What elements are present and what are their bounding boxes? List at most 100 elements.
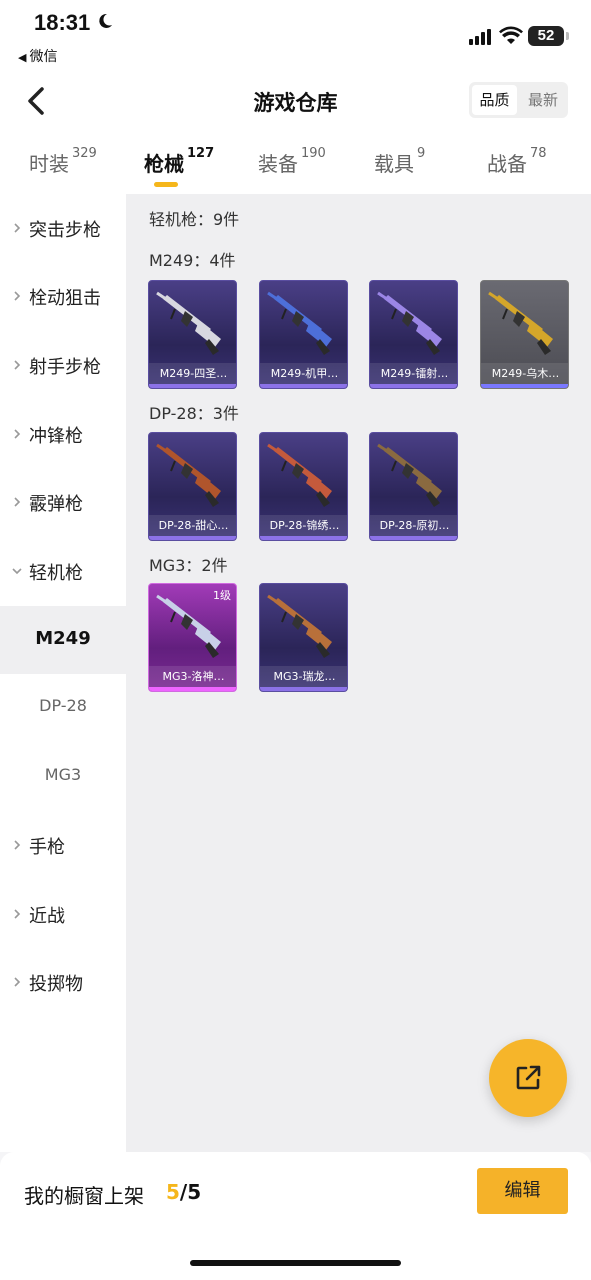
chevron-right-icon bbox=[14, 360, 21, 370]
tab-label: 枪械 bbox=[144, 152, 184, 176]
rarity-bar bbox=[260, 536, 347, 540]
tab-count: 78 bbox=[530, 146, 547, 161]
sidebar-item-pistol[interactable]: 手枪 bbox=[0, 811, 126, 879]
weapon-illustration bbox=[267, 594, 332, 658]
wifi-icon bbox=[499, 26, 523, 44]
weapon-type-sidebar: 突击步枪 栓动狙击 射手步枪 冲锋枪 霰弹枪 轻机枪 M249 DP-28 MG… bbox=[0, 194, 126, 1152]
category-tabs: 时装 329 枪械 127 装备 190 载具 9 战备 78 bbox=[0, 126, 591, 194]
chevron-right-icon bbox=[14, 429, 21, 439]
sidebar-item-label: 轻机枪 bbox=[29, 563, 83, 584]
rarity-bar bbox=[149, 536, 236, 540]
rarity-bar bbox=[260, 687, 347, 691]
weapon-skin-card[interactable]: 1级 MG3-洛神… bbox=[148, 583, 237, 692]
rarity-bar bbox=[260, 384, 347, 388]
active-tab-indicator bbox=[154, 182, 178, 187]
weapon-skin-name: M249-四圣… bbox=[149, 363, 236, 384]
share-external-icon bbox=[516, 1065, 541, 1090]
weapon-skin-card[interactable]: DP-28-原初… bbox=[369, 432, 458, 541]
weapon-skin-name: MG3-洛神… bbox=[149, 666, 236, 687]
weapon-skin-name: M249-镭射… bbox=[370, 363, 457, 384]
sidebar-subitem-m249[interactable]: M249 bbox=[0, 606, 126, 674]
category-count-header: 轻机枪：9件 bbox=[149, 210, 240, 229]
weapon-skin-name: DP-28-原初… bbox=[370, 515, 457, 536]
rarity-bar bbox=[149, 687, 236, 691]
weapon-illustration bbox=[488, 291, 553, 355]
weapon-illustration bbox=[267, 291, 332, 355]
sidebar-item-smg[interactable]: 冲锋枪 bbox=[0, 400, 126, 468]
weapon-skin-card[interactable]: M249-机甲… bbox=[259, 280, 348, 389]
tab-count: 9 bbox=[417, 146, 426, 161]
sidebar-subitem-dp28[interactable]: DP-28 bbox=[0, 674, 126, 742]
sidebar-item-label: 霰弹枪 bbox=[29, 494, 83, 515]
edit-button[interactable]: 编辑 bbox=[477, 1168, 568, 1214]
chevron-right-icon bbox=[14, 840, 21, 850]
tab-fashion[interactable]: 时装 329 bbox=[29, 146, 97, 177]
weapon-illustration bbox=[156, 291, 221, 355]
sidebar-item-label: M249 bbox=[35, 628, 91, 649]
rarity-bar bbox=[149, 384, 236, 388]
chevron-right-icon bbox=[14, 223, 21, 233]
tab-firearms[interactable]: 枪械 127 bbox=[144, 146, 215, 177]
tab-count: 127 bbox=[187, 146, 215, 161]
sidebar-item-assault-rifle[interactable]: 突击步枪 bbox=[0, 194, 126, 262]
showcase-label: 我的橱窗上架 bbox=[24, 1184, 144, 1208]
tab-count: 329 bbox=[72, 146, 97, 161]
tab-label: 时装 bbox=[29, 152, 69, 176]
sidebar-item-shotgun[interactable]: 霰弹枪 bbox=[0, 468, 126, 536]
sort-newest-button[interactable]: 最新 bbox=[521, 85, 565, 115]
page-header: 游戏仓库 品质 最新 bbox=[0, 74, 591, 126]
cellular-signal-icon bbox=[469, 29, 491, 45]
weapon-skin-card[interactable]: MG3-瑞龙… bbox=[259, 583, 348, 692]
rarity-bar bbox=[370, 384, 457, 388]
sidebar-item-label: 冲锋枪 bbox=[29, 426, 83, 447]
sidebar-item-label: 投掷物 bbox=[29, 974, 83, 995]
home-indicator bbox=[190, 1260, 401, 1266]
group-title: M249：4件 bbox=[149, 251, 236, 270]
group-title: MG3：2件 bbox=[149, 556, 228, 575]
weapon-skin-name: M249-乌木… bbox=[481, 363, 568, 384]
sidebar-item-marksman-rifle[interactable]: 射手步枪 bbox=[0, 331, 126, 399]
showcase-bottom-bar: 我的橱窗上架 5/5 编辑 bbox=[0, 1152, 591, 1280]
level-badge: 1级 bbox=[213, 589, 231, 602]
sidebar-item-label: MG3 bbox=[44, 765, 82, 784]
weapon-skin-card[interactable]: M249-四圣… bbox=[148, 280, 237, 389]
weapon-illustration bbox=[377, 291, 442, 355]
tab-label: 战备 bbox=[487, 152, 527, 176]
weapon-content-panel: 轻机枪：9件 M249：4件 M249-四圣… M249-机甲… M249-镭射… bbox=[126, 194, 591, 1152]
tab-label: 装备 bbox=[258, 152, 298, 176]
showcase-count: 5/5 bbox=[166, 1180, 201, 1204]
group-title: DP-28：3件 bbox=[149, 404, 239, 423]
sidebar-item-bolt-sniper[interactable]: 栓动狙击 bbox=[0, 262, 126, 330]
weapon-skin-card[interactable]: M249-镭射… bbox=[369, 280, 458, 389]
weapon-skin-card[interactable]: DP-28-甜心… bbox=[148, 432, 237, 541]
rarity-bar bbox=[481, 384, 568, 388]
showcase-total-count: /5 bbox=[179, 1180, 202, 1204]
back-triangle-icon: ◀ bbox=[18, 51, 27, 64]
tab-equipment[interactable]: 装备 190 bbox=[258, 146, 326, 177]
status-time: 18:31 bbox=[34, 10, 91, 35]
chevron-right-icon bbox=[14, 497, 21, 507]
sidebar-item-label: 栓动狙击 bbox=[29, 288, 101, 309]
back-app-label: 微信 bbox=[29, 49, 58, 65]
chevron-down-icon bbox=[12, 568, 22, 575]
showcase-current-count: 5 bbox=[166, 1180, 180, 1204]
weapon-skin-card[interactable]: M249-乌木… bbox=[480, 280, 569, 389]
sidebar-subitem-mg3[interactable]: MG3 bbox=[0, 743, 126, 811]
weapon-skin-card[interactable]: DP-28-锦绣… bbox=[259, 432, 348, 541]
tab-supplies[interactable]: 战备 78 bbox=[487, 146, 547, 177]
chevron-right-icon bbox=[14, 291, 21, 301]
sidebar-item-lmg[interactable]: 轻机枪 bbox=[0, 537, 126, 605]
sidebar-item-melee[interactable]: 近战 bbox=[0, 880, 126, 948]
chevron-right-icon bbox=[14, 977, 21, 987]
sidebar-item-throwable[interactable]: 投掷物 bbox=[0, 948, 126, 1016]
weapon-illustration bbox=[377, 443, 442, 507]
sidebar-item-label: DP-28 bbox=[39, 696, 87, 715]
share-fab-button[interactable] bbox=[489, 1039, 567, 1117]
weapon-skin-name: M249-机甲… bbox=[260, 363, 347, 384]
weapon-skin-name: DP-28-甜心… bbox=[149, 515, 236, 536]
back-to-app-link[interactable]: ◀ 微信 bbox=[18, 46, 57, 66]
sort-toggle: 品质 最新 bbox=[469, 82, 568, 118]
tab-vehicles[interactable]: 载具 9 bbox=[374, 146, 426, 177]
sort-quality-button[interactable]: 品质 bbox=[472, 85, 517, 115]
rarity-bar bbox=[370, 536, 457, 540]
